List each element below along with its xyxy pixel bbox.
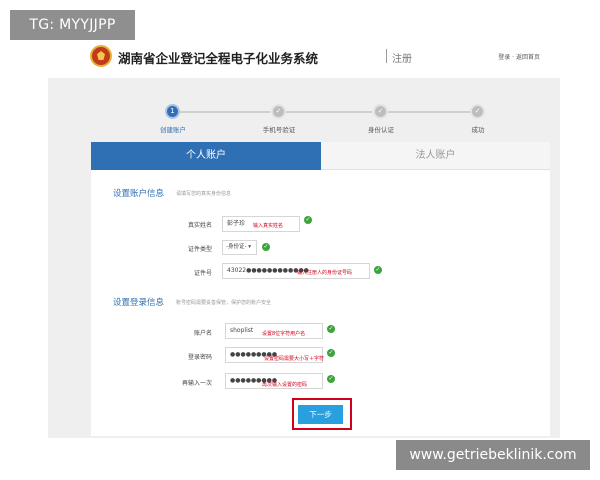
step-1-icon: 1 [165, 104, 180, 119]
step-connector [388, 111, 478, 113]
valid-check-icon: ✓ [327, 325, 335, 333]
annotation-password-confirm: 再次输入设置的密码 [262, 382, 308, 388]
annotation-id-number: 输入注册人的身份证号码 [297, 270, 353, 276]
label-id-number: 证件号 [193, 270, 212, 277]
section-title-login: 设置登录信息 [113, 298, 165, 308]
valid-check-icon: ✓ [374, 266, 382, 274]
watermark-top: TG: MYYJJPP [10, 10, 135, 40]
label-id-type: 证件类型 [187, 246, 212, 253]
annotation-real-name: 输入真实姓名 [253, 223, 284, 229]
annotation-username: 设置8位字符用户名 [262, 331, 306, 337]
site-header: 湖南省企业登记全程电子化业务系统 注册 登录 · 返回首页 [90, 45, 550, 71]
step-4-check-icon: ✓ [470, 104, 485, 119]
step-label-success: 成功 [471, 126, 485, 134]
valid-check-icon: ✓ [304, 216, 312, 224]
tab-personal-account[interactable]: 个人账户 [91, 142, 321, 170]
valid-check-icon: ✓ [327, 375, 335, 383]
label-password: 登录密码 [187, 354, 212, 361]
step-label-phone: 手机号验证 [262, 126, 296, 134]
watermark-bottom: www.getriebeklinik.com [396, 440, 590, 470]
site-subtitle: 注册 [392, 54, 412, 65]
step-label-create: 创建账户 [160, 126, 186, 134]
next-step-button[interactable]: 下一步 [298, 405, 343, 424]
label-real-name: 真实姓名 [187, 222, 212, 229]
label-password-confirm: 再输入一次 [181, 380, 212, 387]
site-title: 湖南省企业登记全程电子化业务系统 [118, 51, 319, 66]
header-links[interactable]: 登录 · 返回首页 [498, 52, 540, 61]
progress-steps: 1 ✓ ✓ ✓ 创建账户 手机号验证 身份认证 成功 [48, 100, 560, 140]
tab-legal-account[interactable]: 法人账户 [321, 142, 550, 170]
step-connector [180, 111, 270, 113]
valid-check-icon: ✓ [327, 349, 335, 357]
emblem-logo-icon [90, 45, 112, 67]
step-connector [286, 111, 372, 113]
valid-check-icon: ✓ [262, 243, 270, 251]
step-3-check-icon: ✓ [373, 104, 388, 119]
id-type-select[interactable]: -身份证- ▾ [222, 240, 257, 255]
section-desc-account: 请填写您的真实身份信息 [176, 191, 232, 197]
step-label-identity: 身份认证 [368, 126, 394, 134]
section-title-account: 设置账户信息 [113, 189, 165, 199]
annotation-password: 设置密码需要大小写＋字符 [264, 356, 325, 362]
title-divider [386, 49, 387, 63]
step-2-check-icon: ✓ [271, 104, 286, 119]
label-username: 账户名 [193, 330, 212, 337]
section-desc-login: 账号密码需要妥善保管，保护您的账户安全 [176, 300, 272, 306]
